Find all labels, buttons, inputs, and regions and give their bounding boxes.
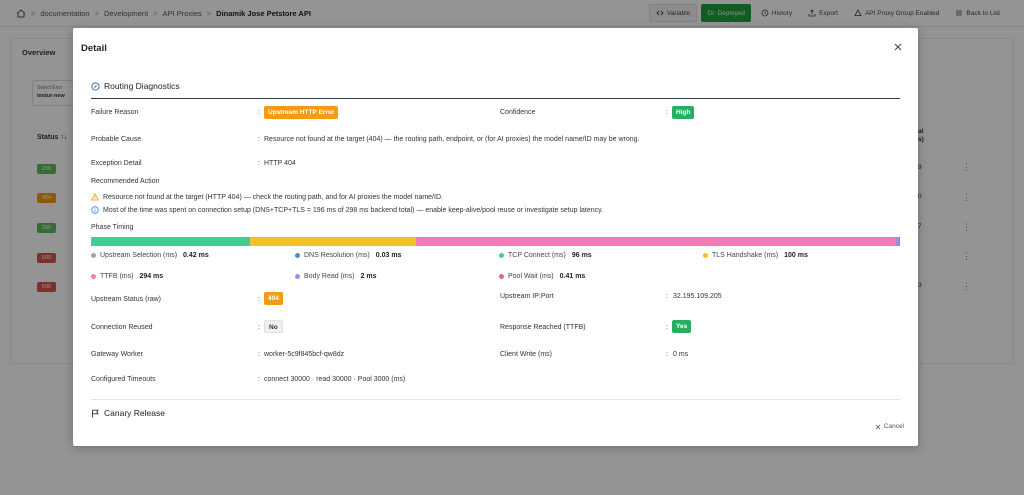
colon: : xyxy=(258,351,260,358)
section-divider xyxy=(91,98,900,99)
client-write-value: 0 ms xyxy=(673,351,689,358)
exception-detail-label: Exception Detail xyxy=(91,160,142,167)
legend-value: 0.03 ms xyxy=(375,252,402,259)
gateway-worker-label: Gateway Worker xyxy=(91,351,143,358)
legend-label: TCP Connect (ms) xyxy=(508,252,566,259)
response-reached-label: Response Reached (TTFB) xyxy=(500,324,586,331)
info-icon xyxy=(91,206,99,214)
recommended-action-item: Resource not found at the target (HTTP 4… xyxy=(91,193,443,201)
legend-value: 96 ms xyxy=(571,252,592,259)
client-write-label: Client Write (ms) xyxy=(500,351,552,358)
colon: : xyxy=(258,296,260,303)
phase-segment-3 xyxy=(250,237,416,246)
response-reached-badge: Yes xyxy=(672,320,692,333)
legend-value: 100 ms xyxy=(784,252,808,259)
connection-reused-label: Connection Reused xyxy=(91,324,153,331)
phase-legend-upstream-selection: Upstream Selection (ms) 0.42 ms xyxy=(91,252,209,259)
phase-legend-ttfb: TTFB (ms) 294 ms xyxy=(91,273,163,280)
colon: : xyxy=(666,351,668,358)
probable-cause-label: Probable Cause xyxy=(91,136,142,143)
legend-dot xyxy=(91,274,96,279)
legend-dot xyxy=(295,253,300,258)
legend-dot xyxy=(295,274,300,279)
connection-reused-badge: No xyxy=(264,320,283,333)
legend-dot xyxy=(703,253,708,258)
colon: : xyxy=(258,324,260,331)
canary-release-header[interactable]: Canary Release xyxy=(91,408,165,418)
recommended-action-text: Resource not found at the target (HTTP 4… xyxy=(103,193,443,201)
cancel-label: Cancel xyxy=(883,423,904,430)
upstream-ip-value: 32.195.109.205 xyxy=(673,293,722,300)
close-icon xyxy=(875,424,881,429)
compass-icon xyxy=(91,81,100,91)
legend-label: DNS Resolution (ms) xyxy=(304,252,370,259)
legend-value: 0.42 ms xyxy=(183,252,209,259)
canary-release-title: Canary Release xyxy=(104,408,165,418)
routing-diagnostics-header[interactable]: Routing Diagnostics xyxy=(91,81,180,91)
failure-reason-label: Failure Reason xyxy=(91,109,139,116)
legend-value: 0.41 ms xyxy=(559,273,586,280)
legend-dot xyxy=(499,253,504,258)
phase-legend-tcp-connect: TCP Connect (ms) 96 ms xyxy=(499,252,592,259)
legend-label: TLS Handshake (ms) xyxy=(712,252,779,259)
legend-label: TTFB (ms) xyxy=(100,273,134,280)
recommended-action-label: Recommended Action xyxy=(91,178,160,185)
legend-value: 294 ms xyxy=(139,273,164,280)
legend-label: Pool Wait (ms) xyxy=(508,273,554,280)
colon: : xyxy=(666,293,668,300)
upstream-status-badge: 404 xyxy=(264,292,283,305)
colon: : xyxy=(666,324,668,331)
cancel-button[interactable]: Cancel xyxy=(875,423,904,430)
legend-dot xyxy=(91,253,96,258)
phase-legend-tls-handshake: TLS Handshake (ms) 100 ms xyxy=(703,252,808,259)
phase-legend-pool-wait: Pool Wait (ms) 0.41 ms xyxy=(499,273,585,280)
modal-title: Detail xyxy=(81,43,107,54)
configured-timeouts-label: Configured Timeouts xyxy=(91,376,156,383)
recommended-action-text: Most of the time was spent on connection… xyxy=(103,206,604,214)
colon: : xyxy=(258,109,260,116)
legend-value: 2 ms xyxy=(360,273,377,280)
colon: : xyxy=(258,136,260,143)
colon: : xyxy=(258,376,260,383)
close-icon xyxy=(894,43,902,51)
failure-reason-badge: Upstream HTTP Error xyxy=(264,106,339,119)
legend-dot xyxy=(499,274,504,279)
phase-legend-dns-resolution: DNS Resolution (ms) 0.03 ms xyxy=(295,252,401,259)
flag-icon xyxy=(92,409,99,417)
phase-timing-label: Phase Timing xyxy=(91,224,134,231)
legend-label: Upstream Selection (ms) xyxy=(100,252,178,259)
close-button[interactable] xyxy=(893,42,903,52)
colon: : xyxy=(666,109,668,116)
upstream-ip-label: Upstream IP:Port xyxy=(500,293,554,300)
confidence-label: Confidence xyxy=(500,109,536,116)
configured-timeouts-value: connect 30000 · read 30000 · Pool 3000 (… xyxy=(264,376,406,383)
warning-icon xyxy=(91,193,99,201)
phase-legend-body-read: Body Read (ms) 2 ms xyxy=(295,273,377,280)
exception-detail-value: HTTP 404 xyxy=(264,160,296,167)
section-divider xyxy=(91,399,900,400)
routing-diagnostics-title: Routing Diagnostics xyxy=(104,81,180,91)
upstream-status-label: Upstream Status (raw) xyxy=(91,296,162,303)
detail-modal: Detail Routing Diagnostics Failure Reaso… xyxy=(73,28,918,446)
phase-segment-6 xyxy=(899,237,900,246)
probable-cause-value: Resource not found at the target (404) —… xyxy=(264,136,640,143)
legend-label: Body Read (ms) xyxy=(304,273,355,280)
phase-segment-2 xyxy=(92,237,251,246)
phase-timing-bar xyxy=(91,237,900,246)
gateway-worker-value: worker-5c9f845bcf-qw8dz xyxy=(264,351,345,358)
colon: : xyxy=(258,160,260,167)
recommended-action-item: Most of the time was spent on connection… xyxy=(91,206,603,214)
phase-segment-4 xyxy=(415,237,897,246)
confidence-badge: High xyxy=(672,106,695,119)
